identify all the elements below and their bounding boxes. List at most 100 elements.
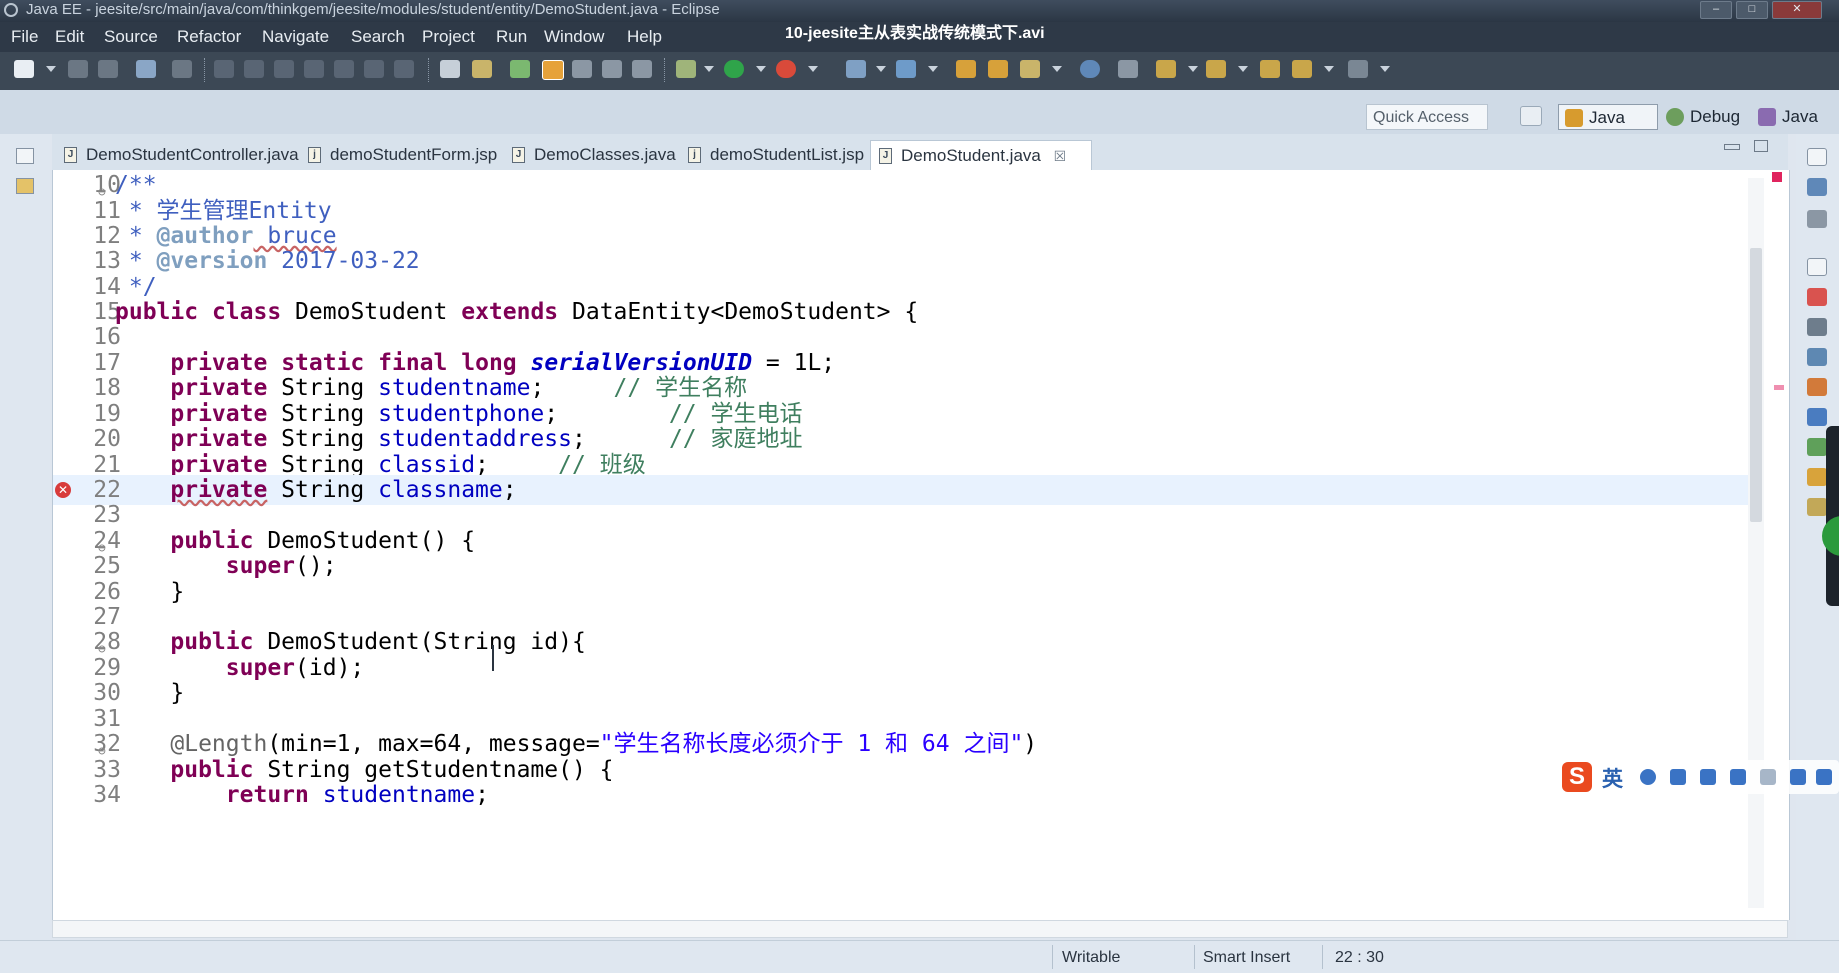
- menu-help[interactable]: Help: [627, 27, 662, 47]
- error-marker-icon[interactable]: ✕: [55, 482, 71, 498]
- menu-run[interactable]: Run: [496, 27, 527, 47]
- editor-horizontal-scrollbar[interactable]: [52, 920, 1788, 938]
- show-whitespace-icon[interactable]: [632, 60, 652, 78]
- search-tool-icon[interactable]: [1020, 60, 1040, 78]
- restore-right-view-icon[interactable]: [1807, 148, 1827, 166]
- server-dropdown-icon[interactable]: [876, 66, 886, 72]
- close-tab-icon[interactable]: ☒: [1054, 148, 1067, 164]
- run-icon[interactable]: [724, 60, 744, 78]
- search-dropdown-icon[interactable]: [1052, 66, 1062, 72]
- web-browser-icon[interactable]: [1080, 60, 1100, 78]
- new-class-dropdown-icon[interactable]: [928, 66, 938, 72]
- package-explorer-icon[interactable]: [16, 178, 34, 194]
- microphone-icon[interactable]: [1700, 769, 1716, 785]
- console-icon[interactable]: [1807, 438, 1827, 456]
- keyboard-icon[interactable]: [1730, 769, 1746, 785]
- open-project-icon[interactable]: [956, 60, 976, 78]
- tab-democlasses[interactable]: J DemoClasses.java: [504, 140, 688, 170]
- maximize-editor-icon[interactable]: [1754, 140, 1768, 152]
- skin-icon[interactable]: [1790, 769, 1806, 785]
- external-tools-dropdown-icon[interactable]: [704, 66, 714, 72]
- server-icon[interactable]: [846, 60, 866, 78]
- menu-navigate[interactable]: Navigate: [262, 27, 329, 47]
- wrench-icon[interactable]: [1816, 769, 1832, 785]
- quick-access-field[interactable]: Quick Access: [1366, 104, 1488, 130]
- save-all-icon[interactable]: [98, 60, 118, 78]
- skip-breakpoints-icon[interactable]: [172, 60, 192, 78]
- error-overview-icon[interactable]: [1772, 172, 1782, 182]
- open-folder-icon[interactable]: [988, 60, 1008, 78]
- step-return-icon[interactable]: [394, 60, 414, 78]
- task-list-icon[interactable]: [1807, 210, 1827, 228]
- step-over-icon[interactable]: [364, 60, 384, 78]
- perspective-javaee-button[interactable]: Java EE: [1558, 104, 1658, 153]
- ime-language-toggle[interactable]: 英: [1602, 763, 1623, 793]
- menu-edit[interactable]: Edit: [55, 27, 84, 47]
- new-java-class-icon[interactable]: [896, 60, 916, 78]
- terminal-icon[interactable]: [136, 60, 156, 78]
- toggle-mark-occurrences-icon[interactable]: [542, 60, 564, 80]
- external-tools-icon[interactable]: [676, 60, 696, 78]
- properties-icon[interactable]: [1807, 318, 1827, 336]
- user-icon[interactable]: [1760, 769, 1776, 785]
- error-position-marker[interactable]: [1774, 385, 1784, 390]
- back-icon[interactable]: [1260, 60, 1280, 78]
- menu-source[interactable]: Source: [104, 27, 158, 47]
- tab-demostudentform[interactable]: j demoStudentForm.jsp: [300, 140, 500, 170]
- block-selection-icon[interactable]: [602, 60, 622, 78]
- back-history-icon[interactable]: [1292, 60, 1312, 78]
- open-type-icon[interactable]: [440, 60, 460, 78]
- back-dropdown-icon[interactable]: [1324, 66, 1334, 72]
- minimize-editor-icon[interactable]: [1724, 144, 1740, 150]
- punctuation-icon[interactable]: [1670, 769, 1686, 785]
- sogou-logo-icon[interactable]: S: [1562, 762, 1592, 792]
- resume-icon[interactable]: [214, 60, 234, 78]
- next-annotation-icon[interactable]: [1156, 60, 1176, 78]
- restore-view-icon[interactable]: [16, 148, 34, 164]
- menu-window[interactable]: Window: [544, 27, 604, 47]
- next-annotation-dropdown-icon[interactable]: [1188, 66, 1198, 72]
- step-into-icon[interactable]: [334, 60, 354, 78]
- tab-democontroller[interactable]: J DemoStudentController.java: [56, 140, 299, 170]
- word-wrap-icon[interactable]: [572, 60, 592, 78]
- save-icon[interactable]: [68, 60, 88, 78]
- maximize-button[interactable]: □: [1736, 1, 1768, 19]
- restore-bottom-view-icon[interactable]: [1807, 258, 1827, 276]
- disconnect-icon[interactable]: [304, 60, 324, 78]
- previous-annotation-icon[interactable]: [1206, 60, 1226, 78]
- debug-dropdown-icon[interactable]: [808, 66, 818, 72]
- code-editor[interactable]: 10 ⊖/** 11 * 学生管理Entity 12 * @author bruc…: [52, 170, 1790, 920]
- tab-demostudentlist[interactable]: j demoStudentList.jsp: [680, 140, 866, 170]
- open-perspective-icon[interactable]: [1520, 106, 1542, 126]
- terminate-icon[interactable]: [274, 60, 294, 78]
- close-window-button[interactable]: ✕: [1772, 1, 1822, 19]
- menu-refactor[interactable]: Refactor: [177, 27, 241, 47]
- servers-icon[interactable]: [1807, 348, 1827, 366]
- markers-icon[interactable]: [1807, 288, 1827, 306]
- last-edit-icon[interactable]: [1118, 60, 1138, 78]
- previous-annotation-dropdown-icon[interactable]: [1238, 66, 1248, 72]
- run-dropdown-icon[interactable]: [756, 66, 766, 72]
- menu-project[interactable]: Project: [422, 27, 475, 47]
- toggle-markers-icon[interactable]: [510, 60, 530, 78]
- scrollbar-thumb[interactable]: [1750, 248, 1762, 522]
- menu-file[interactable]: File: [11, 27, 38, 47]
- moon-icon[interactable]: [1640, 769, 1656, 785]
- outline-icon[interactable]: [1807, 178, 1827, 196]
- data-source-explorer-icon[interactable]: [1807, 378, 1827, 396]
- debug-icon[interactable]: [776, 60, 796, 78]
- new-dropdown-icon[interactable]: [46, 66, 56, 72]
- perspective-debug-button[interactable]: Debug: [1660, 104, 1752, 130]
- open-task-icon[interactable]: [472, 60, 492, 78]
- forward-dropdown-icon[interactable]: [1380, 66, 1390, 72]
- suspend-icon[interactable]: [244, 60, 264, 78]
- new-icon[interactable]: [14, 60, 34, 78]
- forward-icon[interactable]: [1348, 60, 1368, 78]
- minimize-button[interactable]: –: [1700, 1, 1732, 19]
- perspective-java-button[interactable]: Java: [1752, 104, 1832, 130]
- menu-search[interactable]: Search: [351, 27, 405, 47]
- snippets-icon[interactable]: [1807, 408, 1827, 426]
- editor-vertical-scrollbar[interactable]: [1748, 178, 1764, 908]
- junit-icon[interactable]: [1807, 498, 1827, 516]
- tab-demostudent[interactable]: J DemoStudent.java ☒: [870, 140, 1092, 170]
